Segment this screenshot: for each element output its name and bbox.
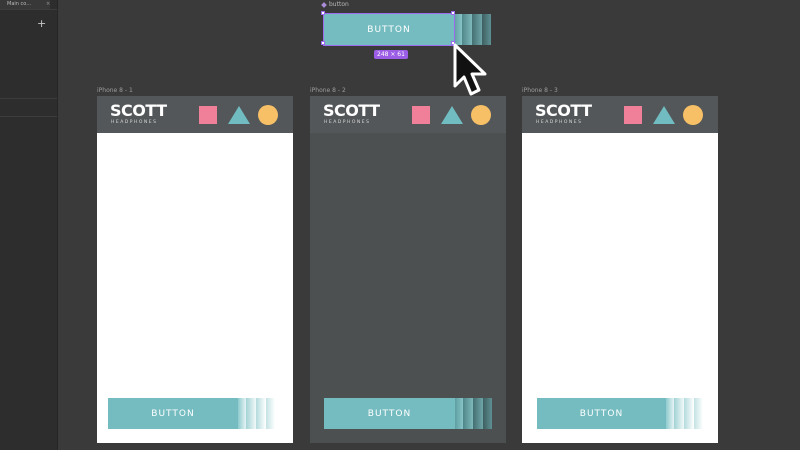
resize-handle[interactable] bbox=[451, 11, 455, 15]
button-slice bbox=[473, 398, 483, 429]
button-slice bbox=[238, 398, 246, 429]
button-component[interactable]: BUTTON bbox=[321, 11, 491, 46]
resize-handle[interactable] bbox=[321, 11, 325, 15]
teal-triangle-icon[interactable] bbox=[653, 106, 675, 124]
frame-label[interactable]: iPhone 8 - 1 bbox=[97, 87, 133, 94]
yellow-circle-icon[interactable] bbox=[471, 105, 491, 125]
layers-panel: Main co... × + bbox=[0, 0, 58, 450]
page-tab-label: Main co... bbox=[7, 1, 32, 7]
button-slice bbox=[483, 398, 492, 429]
add-page-icon[interactable]: + bbox=[37, 18, 46, 29]
resize-handle[interactable] bbox=[321, 41, 325, 45]
yellow-circle-icon[interactable] bbox=[258, 105, 278, 125]
button-slice bbox=[674, 398, 684, 429]
button-slice bbox=[684, 398, 694, 429]
divider bbox=[0, 98, 57, 99]
button-slice bbox=[246, 398, 256, 429]
selection-box bbox=[323, 13, 455, 46]
page-tab[interactable]: Main co... bbox=[0, 0, 50, 9]
pink-square-icon[interactable] bbox=[624, 106, 642, 124]
teal-triangle-icon[interactable] bbox=[228, 106, 250, 124]
iphone-frame[interactable]: SCOTT HEADPHONES BUTTON bbox=[97, 96, 293, 443]
pink-square-icon[interactable] bbox=[412, 106, 430, 124]
frame-label[interactable]: iPhone 8 - 3 bbox=[522, 87, 558, 94]
button-slice bbox=[462, 14, 472, 45]
close-icon[interactable]: × bbox=[46, 0, 50, 9]
frame-label[interactable]: iPhone 8 - 2 bbox=[310, 87, 346, 94]
brand-logo-sub: HEADPHONES bbox=[324, 120, 371, 125]
button-slice bbox=[694, 398, 703, 429]
divider bbox=[0, 116, 57, 117]
button-slice bbox=[666, 398, 674, 429]
pink-square-icon[interactable] bbox=[199, 106, 217, 124]
frame-header: SCOTT HEADPHONES bbox=[522, 96, 718, 133]
component-label[interactable]: button bbox=[321, 1, 349, 8]
button-instance[interactable]: BUTTON bbox=[537, 398, 666, 429]
teal-triangle-icon[interactable] bbox=[441, 106, 463, 124]
divider bbox=[0, 9, 57, 10]
button-slice bbox=[482, 14, 491, 45]
mouse-cursor-icon bbox=[453, 43, 487, 96]
button-instance[interactable]: BUTTON bbox=[324, 398, 455, 429]
diamond-component-icon bbox=[321, 1, 327, 8]
brand-logo-sub: HEADPHONES bbox=[536, 120, 583, 125]
yellow-circle-icon[interactable] bbox=[683, 105, 703, 125]
button-instance[interactable]: BUTTON bbox=[108, 398, 238, 429]
button-slice bbox=[472, 14, 482, 45]
brand-logo: SCOTT bbox=[323, 101, 380, 120]
iphone-frame[interactable]: SCOTT HEADPHONES BUTTON bbox=[310, 96, 506, 443]
frame-header: SCOTT HEADPHONES bbox=[97, 96, 293, 133]
button-slice bbox=[256, 398, 266, 429]
brand-logo: SCOTT bbox=[535, 101, 592, 120]
button-slice bbox=[454, 14, 462, 45]
iphone-frame[interactable]: SCOTT HEADPHONES BUTTON bbox=[522, 96, 718, 443]
button-slice bbox=[455, 398, 463, 429]
button-slice bbox=[266, 398, 275, 429]
button-slice bbox=[463, 398, 473, 429]
brand-logo-sub: HEADPHONES bbox=[111, 120, 158, 125]
dimension-badge: 248 × 61 bbox=[374, 50, 408, 59]
brand-logo: SCOTT bbox=[110, 101, 167, 120]
